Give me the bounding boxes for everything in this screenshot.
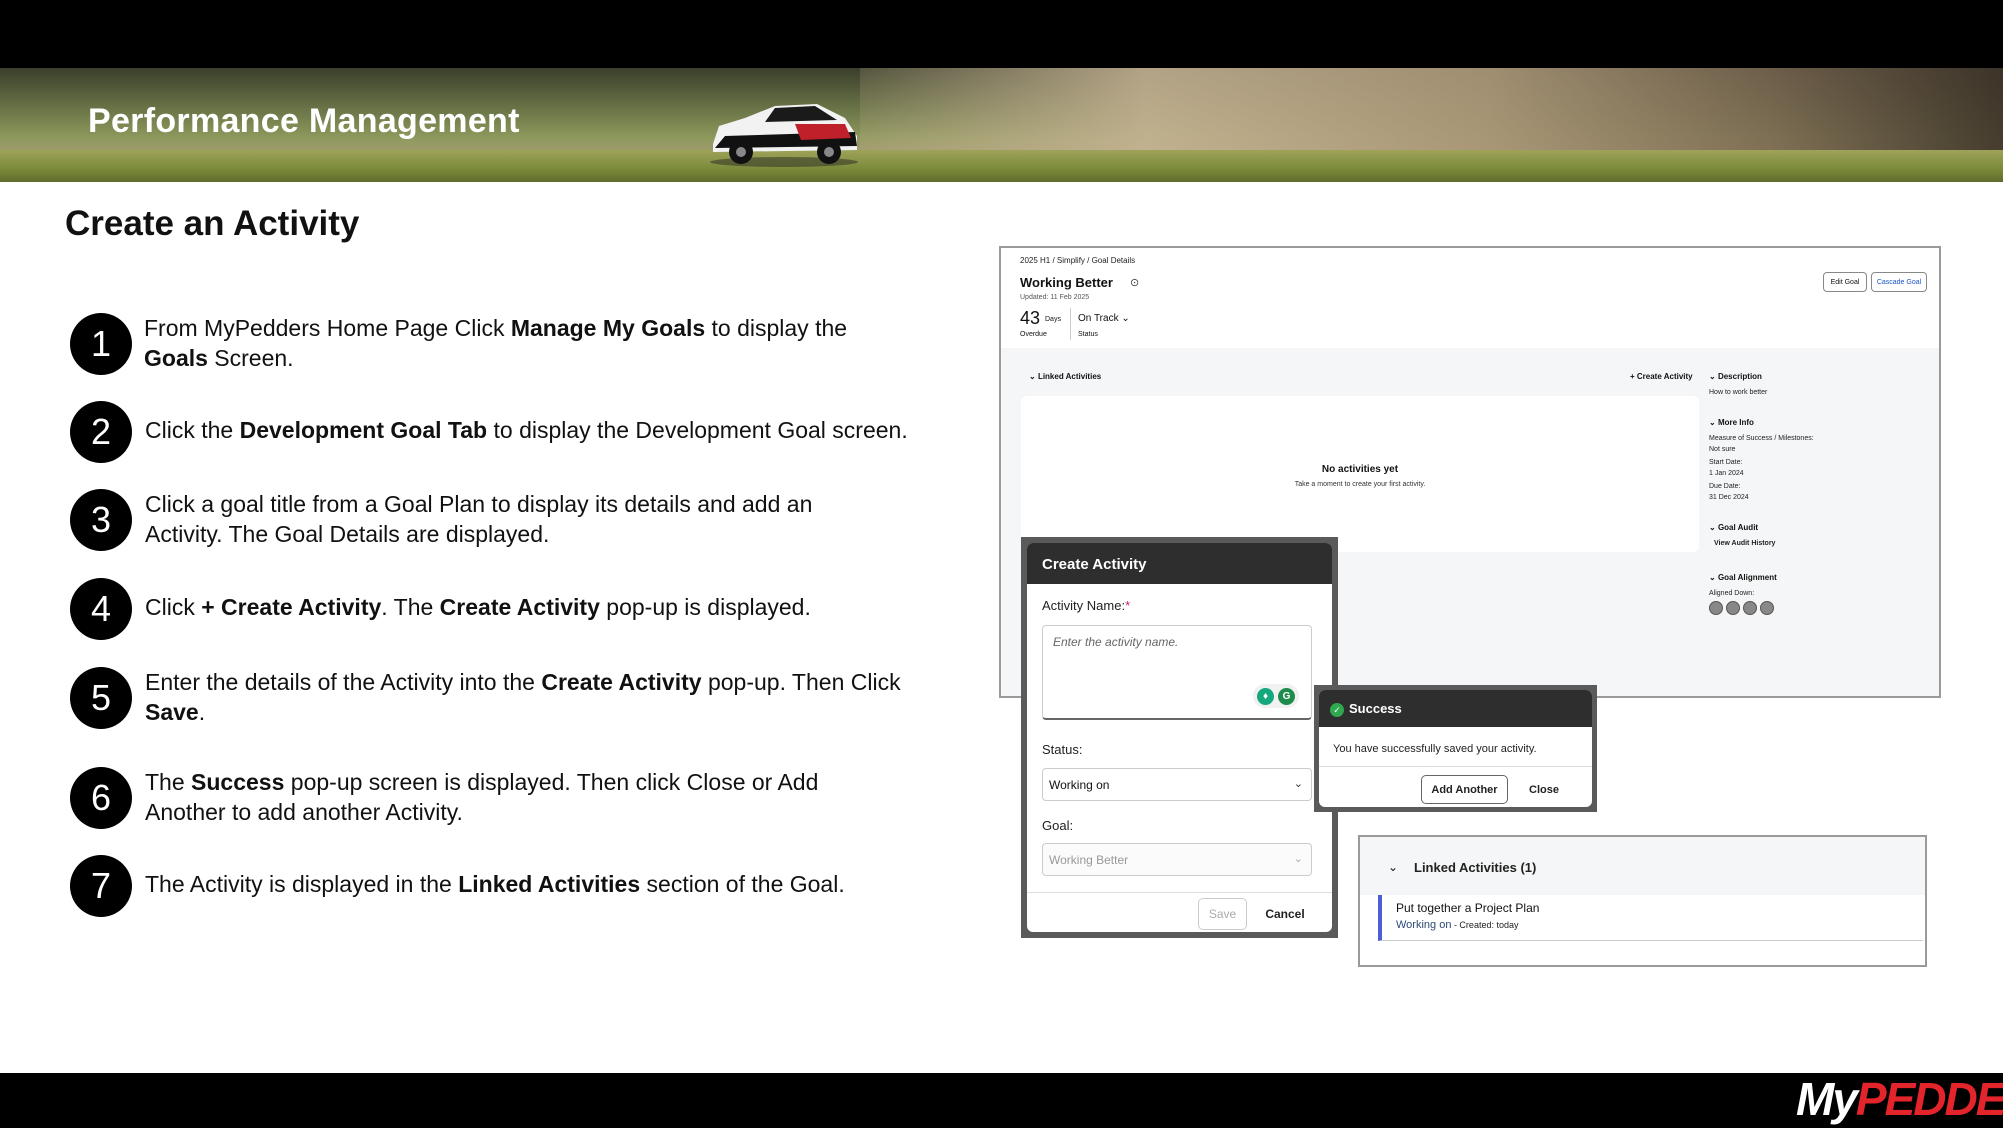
measure-value: Not sure: [1709, 446, 1736, 453]
dialog-title: Create Activity: [1027, 543, 1332, 584]
step-number: 7: [70, 855, 132, 917]
goal-audit-header[interactable]: ⌄ Goal Audit: [1709, 523, 1929, 532]
avatar[interactable]: [1726, 601, 1740, 615]
create-activity-button[interactable]: + Create Activity: [1630, 372, 1693, 381]
goal-header: 2025 H1 / Simplify / Goal Details Workin…: [1001, 248, 1939, 348]
grammarly-icon[interactable]: ♦ G: [1253, 684, 1299, 708]
avatar[interactable]: [1709, 601, 1723, 615]
chevron-down-icon: ⌄: [1293, 778, 1303, 790]
start-date-value: 1 Jan 2024: [1709, 470, 1744, 477]
create-activity-dialog: Create Activity Activity Name:* Enter th…: [1021, 537, 1338, 938]
close-button[interactable]: Close: [1518, 775, 1570, 804]
success-dialog: Success ✓ You have successfully saved yo…: [1314, 685, 1597, 812]
linked-activities-header[interactable]: ⌄ Linked Activities: [1029, 372, 1101, 381]
due-date-label: Due Date:: [1709, 483, 1741, 490]
measure-label: Measure of Success / Milestones:: [1709, 435, 1814, 442]
view-audit-history-link[interactable]: View Audit History: [1709, 540, 1929, 547]
save-button[interactable]: Save: [1198, 898, 1247, 930]
divider: [1070, 308, 1071, 340]
check-icon: ✓: [1330, 703, 1344, 717]
activity-meta: Working on - Created: today: [1396, 919, 1519, 931]
goal-side-panel: ⌄ Description How to work better ⌄ More …: [1709, 372, 1929, 615]
description-value: How to work better: [1709, 389, 1768, 396]
empty-activities-card: No activities yet Take a moment to creat…: [1021, 396, 1699, 552]
chevron-down-icon: ⌄: [1121, 313, 1130, 324]
page-title: Create an Activity: [65, 204, 360, 243]
description-header[interactable]: ⌄ Description: [1709, 372, 1929, 381]
step-text: The Success pop-up screen is displayed. …: [145, 769, 819, 825]
cascade-goal-button[interactable]: Cascade Goal: [1871, 272, 1927, 292]
step-text: Click the Development Goal Tab to displa…: [145, 417, 908, 443]
bulb-icon: ♦: [1257, 687, 1274, 705]
goal-select: Working Better ⌄: [1042, 843, 1312, 876]
goal-label: Goal:: [1042, 818, 1074, 833]
aligned-avatars: [1709, 601, 1929, 615]
chevron-down-icon: ⌄: [1388, 860, 1399, 874]
activity-name-label: Activity Name:*: [1042, 598, 1131, 613]
step-text: Click a goal title from a Goal Plan to d…: [145, 491, 813, 547]
edit-goal-button[interactable]: Edit Goal: [1823, 272, 1867, 292]
cancel-button[interactable]: Cancel: [1257, 898, 1313, 930]
step-number: 2: [70, 401, 132, 463]
success-message: You have successfully saved your activit…: [1333, 743, 1537, 755]
avatar[interactable]: [1743, 601, 1757, 615]
updated-date: Updated: 11 Feb 2025: [1020, 294, 1090, 301]
status-label: Status:: [1042, 742, 1083, 757]
days-label: Days: [1045, 316, 1061, 323]
empty-subtitle: Take a moment to create your first activ…: [1294, 481, 1426, 488]
goal-title: Working Better: [1020, 275, 1113, 290]
mypedders-logo: MyPEDDERS: [1796, 1073, 2003, 1125]
rally-car-image: [710, 104, 858, 167]
header-banner: Performance Management: [0, 68, 2003, 182]
step-number: 1: [70, 313, 132, 375]
linked-activities-panel: ⌄ Linked Activities (1) Put together a P…: [1358, 835, 1927, 967]
status-label: Status: [1078, 331, 1098, 338]
target-icon[interactable]: ⊙: [1130, 276, 1139, 289]
banner-title: Performance Management: [88, 102, 520, 140]
bottom-black-bar: [0, 1073, 2003, 1128]
empty-title: No activities yet: [1321, 464, 1399, 475]
add-another-button[interactable]: Add Another: [1421, 775, 1508, 804]
step-text: The Activity is displayed in the Linked …: [145, 871, 845, 897]
goal-alignment-header[interactable]: ⌄ Goal Alignment: [1709, 573, 1929, 582]
step-text: Enter the details of the Activity into t…: [145, 669, 901, 725]
chevron-down-icon: ⌄: [1029, 372, 1038, 381]
breadcrumb[interactable]: 2025 H1 / Simplify / Goal Details: [1020, 256, 1135, 265]
more-info-header[interactable]: ⌄ More Info: [1709, 418, 1929, 427]
activity-name-input[interactable]: Enter the activity name. ♦ G: [1042, 625, 1312, 720]
success-title: Success: [1319, 690, 1592, 727]
step-number: 5: [70, 667, 132, 729]
activity-title: Put together a Project Plan: [1396, 901, 1540, 915]
status-select[interactable]: On Track ⌄: [1078, 313, 1130, 324]
avatar[interactable]: [1760, 601, 1774, 615]
step-number: 4: [70, 578, 132, 640]
aligned-down-label: Aligned Down:: [1709, 590, 1755, 597]
divider: [1319, 766, 1592, 767]
step-text: From MyPedders Home Page Click Manage My…: [144, 315, 848, 371]
step-number: 6: [70, 767, 132, 829]
activity-name-placeholder: Enter the activity name.: [1053, 635, 1179, 649]
step-number: 3: [70, 489, 132, 551]
grammarly-g-icon: G: [1278, 687, 1295, 705]
top-black-bar: [0, 0, 2003, 68]
list-item[interactable]: Put together a Project Plan Working on -…: [1378, 895, 1923, 941]
linked-activities-title: Linked Activities (1): [1414, 860, 1537, 875]
overdue-label: Overdue: [1020, 331, 1047, 338]
chevron-down-icon: ⌄: [1293, 853, 1303, 865]
road-image: [0, 150, 2003, 182]
linked-activities-header[interactable]: ⌄ Linked Activities (1): [1360, 837, 1925, 895]
due-date-value: 31 Dec 2024: [1709, 494, 1749, 501]
step-text: Click + Create Activity. The Create Acti…: [145, 594, 811, 620]
days-count: 43: [1020, 308, 1041, 328]
status-select[interactable]: Working on ⌄: [1042, 768, 1312, 801]
start-date-label: Start Date:: [1709, 459, 1743, 466]
